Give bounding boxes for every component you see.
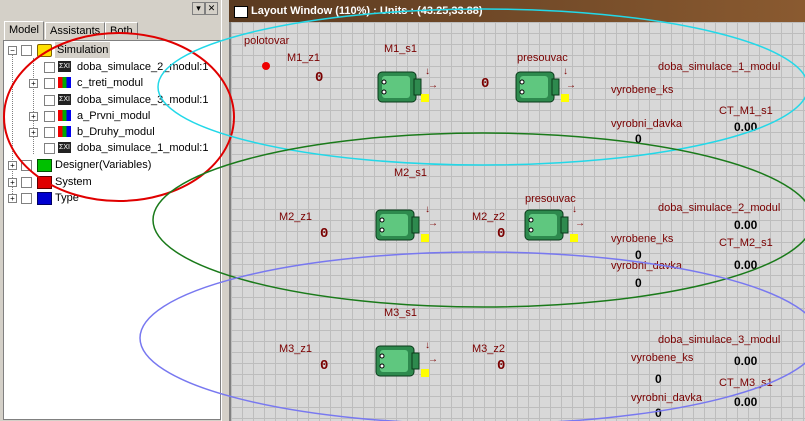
green-ellipse: [152, 132, 805, 308]
annotation-overlay: [3, 8, 805, 421]
blue-ellipse: [139, 251, 805, 421]
cyan-ellipse: [157, 8, 805, 166]
